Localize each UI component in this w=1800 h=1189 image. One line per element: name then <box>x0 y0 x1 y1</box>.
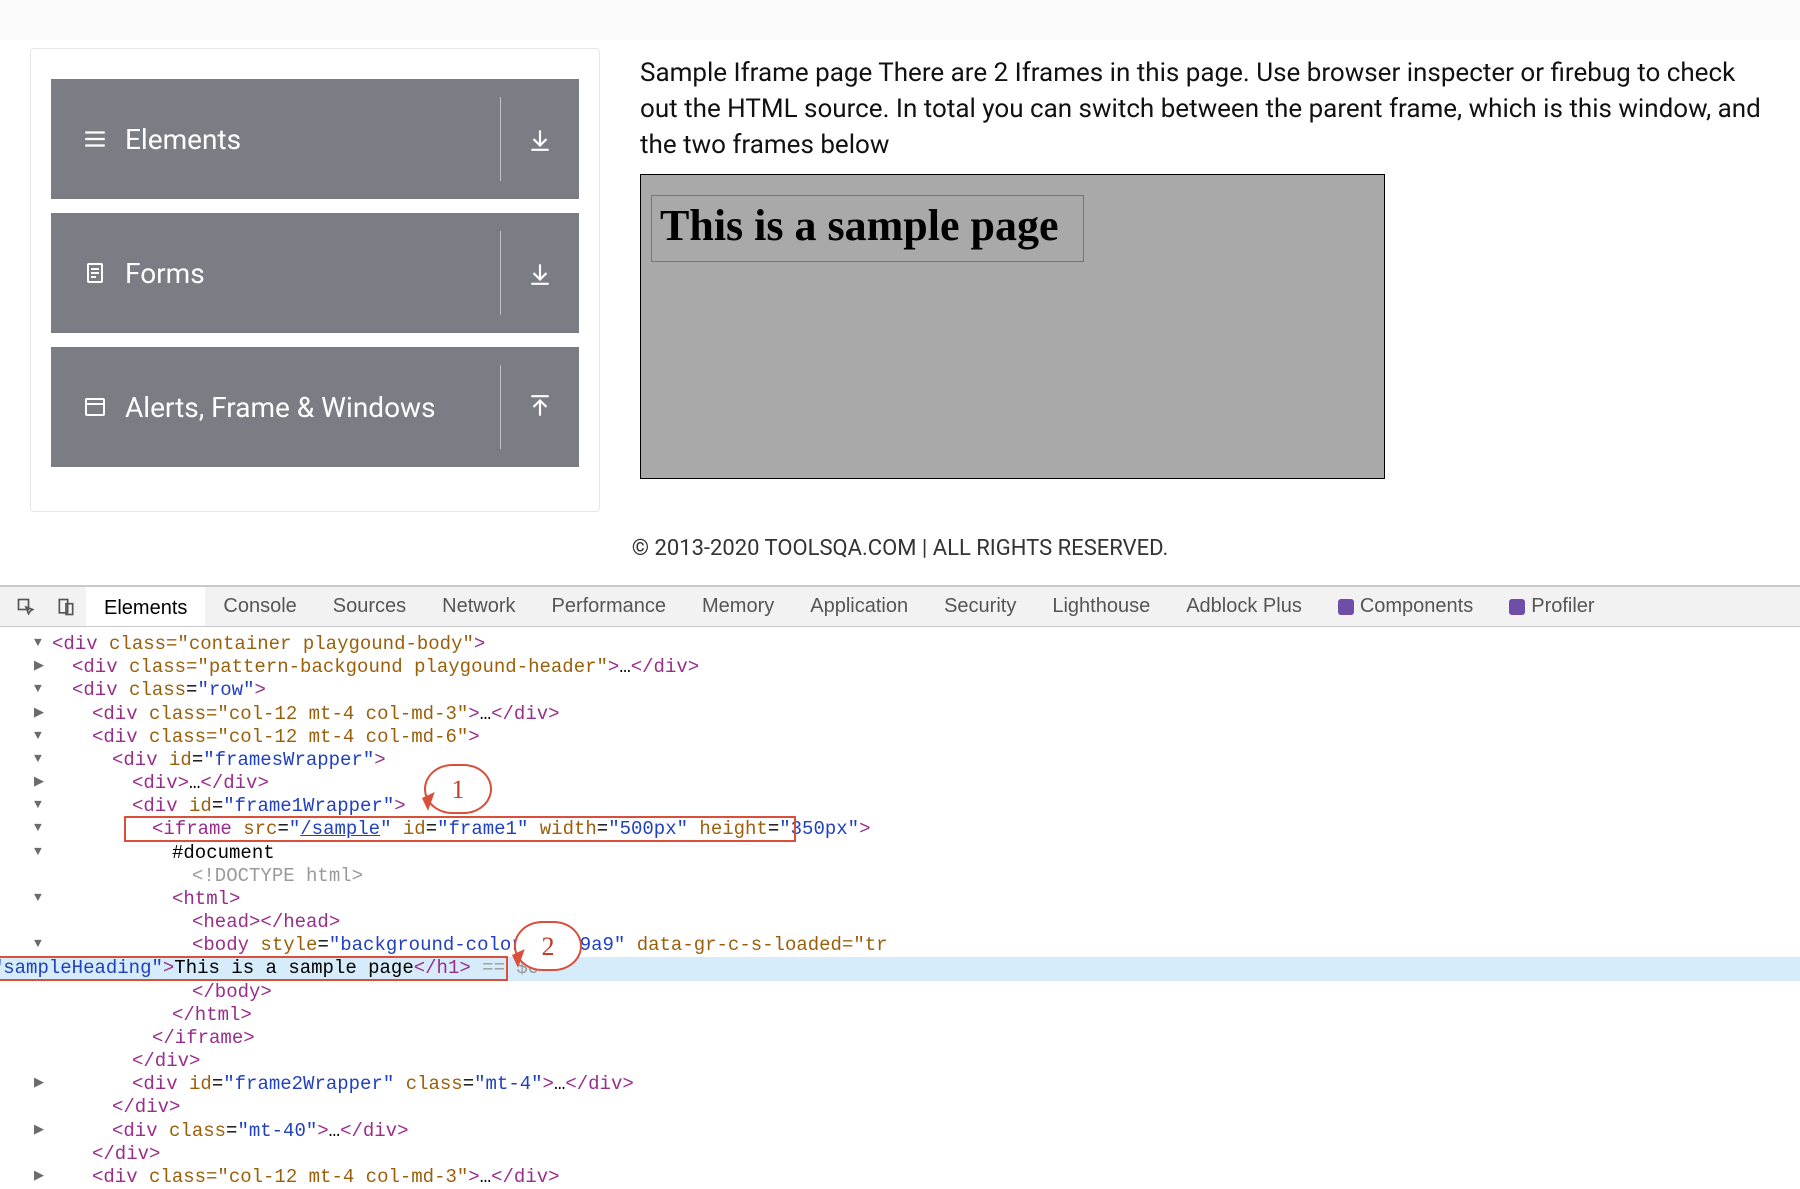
window-icon <box>81 393 109 421</box>
dom-line[interactable]: </div> <box>52 1143 1800 1166</box>
dom-line[interactable]: ▶<div class="col-12 mt-4 col-md-3">…</di… <box>52 1166 1800 1189</box>
dom-line[interactable]: ▼<html> <box>52 888 1800 911</box>
react-icon <box>1509 599 1525 615</box>
dom-line[interactable]: </div> <box>52 1050 1800 1073</box>
devtools-tab-performance[interactable]: Performance <box>534 587 685 626</box>
iframe-frame1[interactable]: This is a sample page <box>640 174 1385 479</box>
sidebar-item-label: Elements <box>125 123 241 156</box>
sidebar-item-elements[interactable]: Elements <box>51 79 579 199</box>
devtools-tab-network[interactable]: Network <box>424 587 533 626</box>
devtools-panel: Elements Console Sources Network Perform… <box>0 585 1800 1189</box>
devtools-dom-tree[interactable]: ▼<div class="container playgound-body">▶… <box>0 627 1800 1189</box>
devtools-tab-security[interactable]: Security <box>926 587 1034 626</box>
chevron-up-icon[interactable] <box>501 347 579 467</box>
chevron-down-icon[interactable] <box>501 79 579 199</box>
dom-line[interactable]: ▼<iframe src="/sample" id="frame1" width… <box>52 818 1800 841</box>
dom-line[interactable]: ▼<div class="row"> <box>52 679 1800 702</box>
sample-heading-highlight: This is a sample page <box>651 195 1084 262</box>
page-description: Sample Iframe page There are 2 Iframes i… <box>640 56 1770 164</box>
dom-line[interactable]: <!DOCTYPE html> <box>52 865 1800 888</box>
dom-line[interactable]: ▼<div id="frame1Wrapper"> <box>52 795 1800 818</box>
chevron-down-icon[interactable] <box>501 213 579 333</box>
sidebar-item-label: Forms <box>125 257 205 290</box>
sidebar-item-label: Alerts, Frame & Windows <box>125 391 436 424</box>
clipboard-icon <box>81 259 109 287</box>
annotation-callout-2: 2 <box>514 921 582 971</box>
dom-line[interactable]: ▼#document <box>52 842 1800 865</box>
page-footer: © 2013-2020 TOOLSQA.COM | ALL RIGHTS RES… <box>0 518 1800 585</box>
sidebar-item-forms[interactable]: Forms <box>51 213 579 333</box>
dom-line[interactable]: </iframe> <box>52 1027 1800 1050</box>
sidebar-item-alerts-frame-windows[interactable]: Alerts, Frame & Windows <box>51 347 579 467</box>
react-icon <box>1338 599 1354 615</box>
devtools-tab-profiler[interactable]: Profiler <box>1491 587 1612 626</box>
app-top: Elements Forms Alerts, Frame & Windows <box>0 0 1800 512</box>
devtools-tabbar: Elements Console Sources Network Perform… <box>0 587 1800 627</box>
devtools-tab-components[interactable]: Components <box>1320 587 1491 626</box>
device-toolbar-icon[interactable] <box>46 597 86 617</box>
page-header-pattern <box>0 0 1800 40</box>
devtools-tab-adblock[interactable]: Adblock Plus <box>1168 587 1320 626</box>
dom-line[interactable]: ▼<div class="container playgound-body"> <box>52 633 1800 656</box>
devtools-tab-memory[interactable]: Memory <box>684 587 792 626</box>
dom-line[interactable]: </div> <box>52 1096 1800 1119</box>
dom-line[interactable]: <head></head> <box>52 911 1800 934</box>
dom-line[interactable]: ▶<div class="col-12 mt-4 col-md-3">…</di… <box>52 703 1800 726</box>
dom-line[interactable]: <h1 id="sampleHeading">This is a sample … <box>0 957 1800 980</box>
dom-line[interactable]: ▼<body style="background-color:#a9a9a9" … <box>52 934 1800 957</box>
devtools-tab-application[interactable]: Application <box>792 587 926 626</box>
dom-line[interactable]: ▶<div id="frame2Wrapper" class="mt-4">…<… <box>52 1073 1800 1096</box>
dom-line[interactable]: ▶<div class="pattern-backgound playgound… <box>52 656 1800 679</box>
sidebar-accordion: Elements Forms Alerts, Frame & Windows <box>30 48 600 512</box>
sample-heading: This is a sample page <box>660 200 1059 251</box>
inspect-element-icon[interactable] <box>6 597 46 617</box>
devtools-tab-elements[interactable]: Elements <box>86 587 205 626</box>
dom-line[interactable]: ▶<div class="mt-40">…</div> <box>52 1120 1800 1143</box>
dom-line[interactable]: </body> <box>52 981 1800 1004</box>
devtools-tab-console[interactable]: Console <box>205 587 314 626</box>
menu-icon <box>81 125 109 153</box>
dom-line[interactable]: ▶<div>…</div> <box>52 772 1800 795</box>
dom-line[interactable]: ▼<div id="framesWrapper"> <box>52 749 1800 772</box>
annotation-callout-1: 1 <box>424 764 492 814</box>
devtools-tab-lighthouse[interactable]: Lighthouse <box>1034 587 1168 626</box>
dom-line[interactable]: </html> <box>52 1004 1800 1027</box>
devtools-tab-sources[interactable]: Sources <box>315 587 424 626</box>
main-content: Sample Iframe page There are 2 Iframes i… <box>640 48 1770 512</box>
dom-line[interactable]: ▼<div class="col-12 mt-4 col-md-6"> <box>52 726 1800 749</box>
